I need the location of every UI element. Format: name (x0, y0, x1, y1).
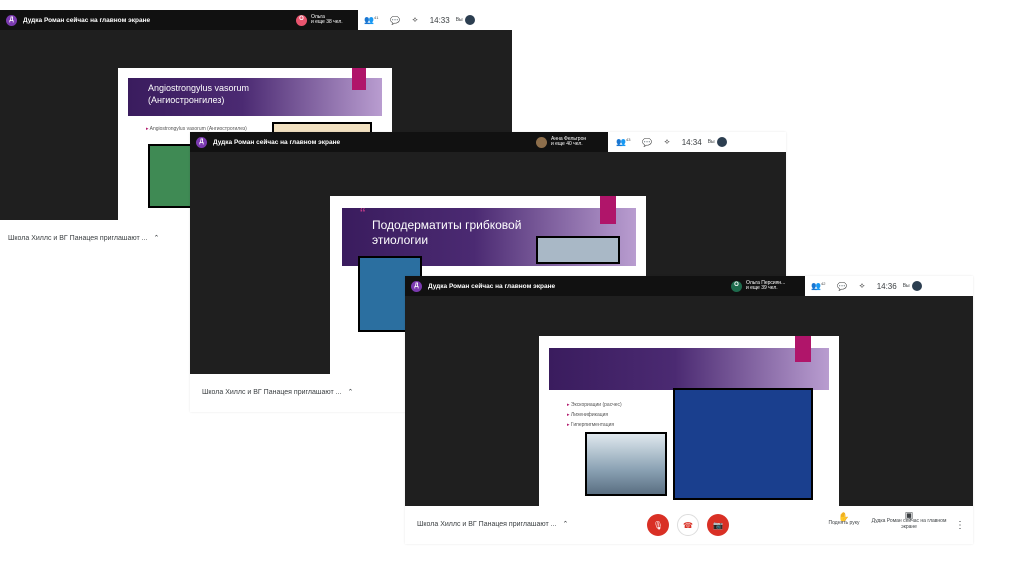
participant-avatar: О (296, 14, 307, 26)
slide: Экскориации (расчес) Лихенификация Гипер… (539, 336, 839, 506)
activities-icon[interactable]: ⟡ (859, 281, 864, 291)
self-avatar[interactable] (464, 15, 475, 25)
slide-title-band (549, 348, 829, 390)
top-bar: Д Дудка Роман сейчас на главном экране (0, 10, 300, 30)
raise-hand-label: Поднять руку (828, 520, 860, 526)
camera-off-icon: 📷 (713, 520, 723, 530)
self-label: Вы (707, 139, 715, 145)
meeting-title[interactable]: Школа Хиллс и ВГ Панацея приглашают ... ⌃ (202, 388, 353, 396)
slide-image-left (148, 144, 196, 208)
slide-quote: “ (360, 206, 366, 223)
slide-image-dog (585, 432, 667, 496)
camera-off-button[interactable]: 📷 (707, 514, 729, 536)
meet-window-3: Д Дудка Роман сейчас на главном экране О… (405, 276, 973, 544)
top-right-controls: 👥41 💬 ⟡ 14:33 Вы (358, 10, 512, 30)
self-avatar[interactable] (716, 137, 727, 147)
participant-more: и еще 40 чел. (551, 141, 583, 147)
presenter-label: Дудка Роман сейчас на главном экране (871, 518, 947, 530)
presenting-label: Дудка Роман сейчас на главном экране (428, 282, 556, 290)
slide-bullet-3: Гиперпигментация (567, 422, 614, 428)
top-right-controls: 👥42 💬 ⟡ 14:36 Вы (805, 276, 973, 296)
people-icon[interactable]: 👥42 (811, 281, 825, 291)
meeting-title[interactable]: Школа Хиллс и ВГ Панацея приглашают ... ⌃ (417, 520, 568, 528)
chevron-up-icon[interactable]: ⌃ (562, 521, 568, 528)
top-right-controls: 👥43 💬 ⟡ 14:34 Вы (610, 132, 786, 152)
slide-accent (352, 68, 366, 90)
hangup-button[interactable]: ☎ (677, 514, 699, 536)
mic-off-button[interactable]: 🎙 (647, 514, 669, 536)
presentation-stage: Экскориации (расчес) Лихенификация Гипер… (405, 296, 973, 506)
top-bar: Д Дудка Роман сейчас на главном экране (405, 276, 735, 296)
presenter-avatar: Д (196, 136, 207, 148)
slide-bullet-1: Экскориации (расчес) (567, 402, 622, 408)
mic-off-icon: 🎙 (652, 520, 664, 530)
clock: 14:33 (429, 15, 450, 25)
presenter-avatar: Д (6, 14, 17, 26)
participant-chip[interactable]: О Ольга и еще 38 чел. (292, 10, 358, 30)
meeting-title[interactable]: Школа Хиллс и ВГ Панацея приглашают ... ⌃ (8, 234, 159, 242)
people-icon[interactable]: 👥41 (364, 15, 378, 25)
participant-chip[interactable]: Анна Фельгрон и еще 40 чел. (532, 132, 608, 152)
participant-avatar: О (731, 280, 742, 292)
participant-avatar (536, 136, 547, 148)
chat-icon[interactable]: 💬 (390, 16, 400, 25)
self-avatar[interactable] (911, 281, 922, 291)
self-label: Вы (902, 283, 910, 289)
slide-bullet-2: Лихенификация (567, 412, 608, 418)
chevron-up-icon[interactable]: ⌃ (153, 235, 159, 242)
slide-image-right (536, 236, 620, 264)
presenting-label: Дудка Роман сейчас на главном экране (23, 16, 151, 24)
activities-icon[interactable]: ⟡ (664, 137, 669, 147)
more-options-icon[interactable]: ⋮ (955, 520, 965, 531)
clock: 14:36 (876, 281, 897, 291)
presenting-label: Дудка Роман сейчас на главном экране (213, 138, 341, 146)
slide-accent (600, 196, 616, 224)
chat-icon[interactable]: 💬 (837, 282, 847, 291)
activities-icon[interactable]: ⟡ (412, 15, 417, 25)
self-label: Вы (455, 17, 463, 23)
hangup-icon: ☎ (683, 520, 693, 530)
participant-more: и еще 38 чел. (311, 19, 343, 25)
raise-hand-button[interactable]: ✋ Поднять руку (821, 513, 867, 527)
chat-icon[interactable]: 💬 (642, 138, 652, 147)
presenting-now-button[interactable]: ▣ Дудка Роман сейчас на главном экране (871, 511, 947, 531)
top-bar: Д Дудка Роман сейчас на главном экране (190, 132, 540, 152)
slide-accent (795, 336, 811, 362)
participant-more: и еще 39 чел. (746, 285, 778, 291)
people-icon[interactable]: 👥43 (616, 137, 630, 147)
clock: 14:34 (681, 137, 702, 147)
chevron-up-icon[interactable]: ⌃ (347, 389, 353, 396)
participant-chip[interactable]: О Ольга Персиян... и еще 39 чел. (727, 276, 805, 296)
slide-image-skin (673, 388, 813, 500)
presenter-avatar: Д (411, 280, 422, 292)
slide-title: Angiostrongylus vasorum (Ангиостронгилез… (148, 83, 250, 105)
